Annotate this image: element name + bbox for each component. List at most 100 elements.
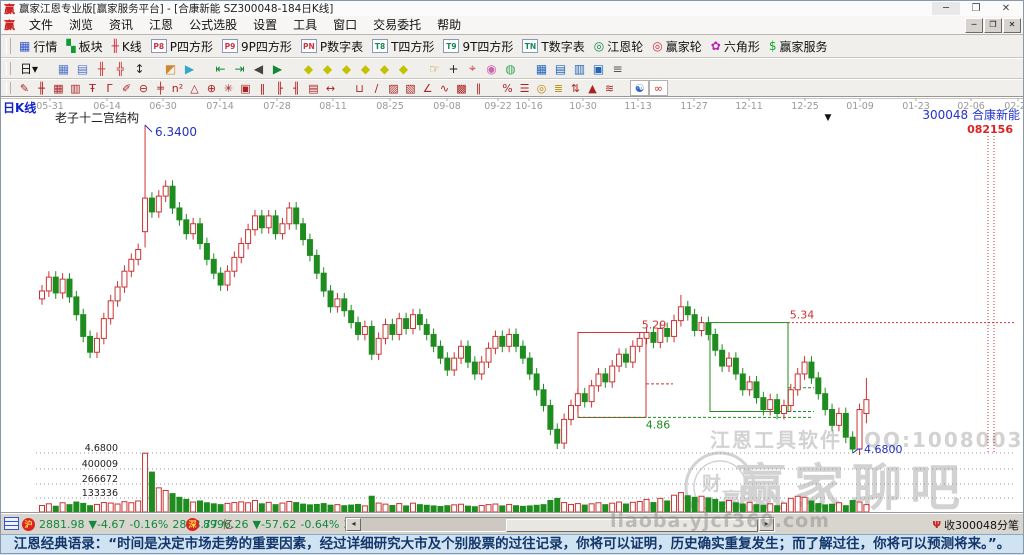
- tool-web-tool[interactable]: ✳: [220, 81, 237, 95]
- toolbar-item-t9-square[interactable]: T99T四方形: [440, 37, 519, 56]
- tool-gann-grid-2[interactable]: ▥: [67, 81, 84, 95]
- toolbar-item-kline[interactable]: ╫K线: [109, 37, 148, 56]
- scroll-right-arrow[interactable]: ▸: [759, 518, 774, 531]
- quote-grid-icon[interactable]: [4, 517, 19, 530]
- scroll-left-arrow[interactable]: ◂: [346, 518, 361, 531]
- tool-grid-dense[interactable]: ▤: [305, 81, 322, 95]
- tool-calendar-icon[interactable]: ▦: [532, 60, 551, 77]
- toolbar-item-p-number-table[interactable]: PNP数字表: [298, 37, 369, 56]
- menu-item-2[interactable]: 资讯: [101, 17, 141, 34]
- mdi-close-button[interactable]: ✕: [1003, 18, 1021, 33]
- tool-circle-tool-pink[interactable]: ◉: [482, 60, 501, 77]
- tool-fib-left[interactable]: ╟: [271, 81, 288, 95]
- tool-period-daily[interactable]: 日▾: [16, 60, 42, 77]
- tool-pause-lines[interactable]: ‖: [254, 81, 271, 95]
- minimize-button[interactable]: ─: [932, 2, 960, 15]
- tool-updown-tool[interactable]: ⇅: [567, 81, 584, 95]
- mdi-minimize-button[interactable]: ─: [965, 18, 983, 33]
- tool-ray-tool[interactable]: ∕: [368, 81, 385, 95]
- tool-wave-tool[interactable]: ∿: [436, 81, 453, 95]
- menu-item-9[interactable]: 帮助: [429, 17, 469, 34]
- tool-panel-icon[interactable]: ▥: [570, 60, 589, 77]
- menu-item-8[interactable]: 交易委托: [365, 17, 429, 34]
- menu-item-5[interactable]: 设置: [245, 17, 285, 34]
- close-button[interactable]: ✕: [992, 2, 1020, 15]
- toolbar-item-quotes[interactable]: ▦行情: [16, 37, 63, 56]
- tool-arrow-span[interactable]: ↔: [322, 81, 339, 95]
- menu-item-6[interactable]: 工具: [285, 17, 325, 34]
- tool-pencil-tool[interactable]: ✎: [16, 81, 33, 95]
- toolbar-item-t-square[interactable]: T8T四方形: [369, 37, 440, 56]
- tool-gann-line-2[interactable]: ╪: [152, 81, 169, 95]
- tool-gann-line-1[interactable]: ╫: [33, 81, 50, 95]
- tool-gann-diamond-updown[interactable]: ◆: [394, 60, 413, 77]
- tool-zoom-tool[interactable]: ⌖: [463, 60, 482, 77]
- tool-gann-diamond-cross[interactable]: ◆: [375, 60, 394, 77]
- tool-crosshair-tool[interactable]: +: [444, 60, 463, 77]
- tool-first-page[interactable]: ⇤: [211, 60, 230, 77]
- tool-tri-up-tool[interactable]: ▲: [584, 81, 601, 95]
- tool-angle-tool[interactable]: ∠: [419, 81, 436, 95]
- tool-circle-minus[interactable]: ⊖: [135, 81, 152, 95]
- tool-fib-right[interactable]: ╢: [288, 81, 305, 95]
- tool-eraser-tool[interactable]: ⊔: [351, 81, 368, 95]
- tool-gann-diamond-plus[interactable]: ◆: [356, 60, 375, 77]
- tool-waves-tool[interactable]: ≋: [601, 81, 618, 95]
- tool-kline-bars-2[interactable]: ╬: [111, 60, 130, 77]
- tool-triangle-tool[interactable]: △: [186, 81, 203, 95]
- tool-printer-icon[interactable]: ≡: [608, 60, 627, 77]
- toolbar-item-sectors[interactable]: ▚板块: [63, 37, 108, 56]
- mdi-restore-button[interactable]: ❐: [984, 18, 1002, 33]
- tool-n-square-tool[interactable]: n²: [169, 81, 186, 95]
- tool-grid-3[interactable]: ▩: [453, 81, 470, 95]
- tool-chart-style-1[interactable]: ▦: [54, 60, 73, 77]
- tool-parallel-lines[interactable]: ∥: [470, 81, 487, 95]
- tool-calculator-icon[interactable]: ▤: [551, 60, 570, 77]
- restore-button[interactable]: ❐: [962, 2, 990, 15]
- tool-shade-1[interactable]: ▨: [385, 81, 402, 95]
- chart-horizontal-scrollbar[interactable]: ◂ ▸: [345, 517, 775, 532]
- tool-gann-diamond-lr[interactable]: ◆: [337, 60, 356, 77]
- tool-hand-tool[interactable]: ☞: [425, 60, 444, 77]
- tool-infinity-tool[interactable]: ∞: [649, 80, 668, 96]
- tool-marker-pen[interactable]: ✐: [118, 81, 135, 95]
- tool-next-bar[interactable]: ▶: [268, 60, 287, 77]
- tool-shade-2[interactable]: ▧: [402, 81, 419, 95]
- tool-scale-toggle[interactable]: ↕: [130, 60, 149, 77]
- toolbar-item-gann-wheel[interactable]: ◎江恩轮: [591, 37, 650, 56]
- menu-item-7[interactable]: 窗口: [325, 17, 365, 34]
- menu-item-3[interactable]: 江恩: [141, 17, 181, 34]
- tool-circle-tool-green[interactable]: ◍: [501, 60, 520, 77]
- tool-save-icon[interactable]: ▣: [589, 60, 608, 77]
- tool-gann-fan-t[interactable]: Ŧ: [84, 81, 101, 95]
- tool-kline-bars-1[interactable]: ╫: [92, 60, 111, 77]
- tool-gann-angle[interactable]: Γ: [101, 81, 118, 95]
- toolbar-item-p-square[interactable]: P8P四方形: [148, 37, 219, 56]
- tool-multi-kline[interactable]: ◩: [161, 60, 180, 77]
- tool-percent-lines[interactable]: ☰: [516, 81, 533, 95]
- kline-chart[interactable]: 江恩工具软件 QQ:100800360赢家聊吧财赢4.6800400009266…: [0, 98, 1024, 512]
- tool-compass-tool[interactable]: ⊕: [203, 81, 220, 95]
- candle-body: [610, 366, 615, 382]
- tool-gold-lines[interactable]: ≣: [550, 81, 567, 95]
- tool-gold-circle[interactable]: ◎: [533, 81, 550, 95]
- tool-last-page[interactable]: ⇥: [230, 60, 249, 77]
- tool-box-tool[interactable]: ▣: [237, 81, 254, 95]
- toolbar-item-winner-service[interactable]: $赢家服务: [766, 37, 834, 56]
- tool-prev-bar[interactable]: ◀: [249, 60, 268, 77]
- tool-indicator-flag[interactable]: ▶: [180, 60, 199, 77]
- toolbar-item-p9-square[interactable]: P99P四方形: [219, 37, 298, 56]
- tool-chart-style-2[interactable]: ▤: [73, 60, 92, 77]
- tool-yinyang-tool[interactable]: ☯: [630, 80, 649, 96]
- toolbar-item-winner-wheel[interactable]: ◎赢家轮: [649, 37, 708, 56]
- tool-percent-tool[interactable]: %: [499, 81, 516, 95]
- toolbar-item-hexagon[interactable]: ✿六角形: [708, 37, 766, 56]
- menu-item-0[interactable]: 文件: [21, 17, 61, 34]
- toolbar-item-t-number-table[interactable]: TNT数字表: [519, 37, 590, 56]
- scrollbar-thumb[interactable]: [506, 519, 758, 532]
- tool-gann-grid-1[interactable]: ▦: [50, 81, 67, 95]
- tool-gann-diamond-right[interactable]: ◆: [318, 60, 337, 77]
- tool-gann-diamond-left[interactable]: ◆: [299, 60, 318, 77]
- menu-item-1[interactable]: 浏览: [61, 17, 101, 34]
- menu-item-4[interactable]: 公式选股: [181, 17, 245, 34]
